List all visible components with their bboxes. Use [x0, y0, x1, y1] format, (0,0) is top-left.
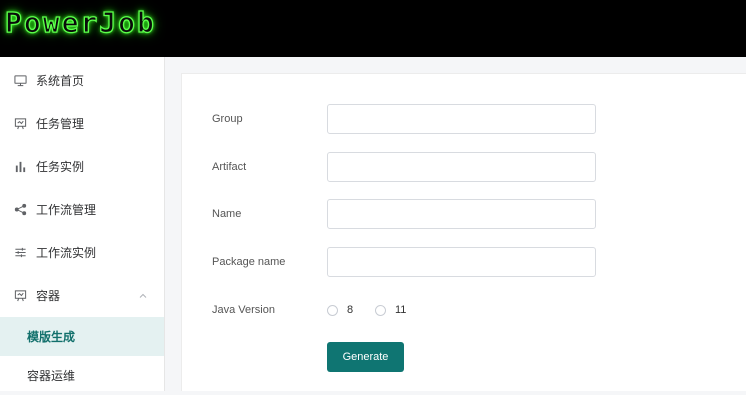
radio-circle[interactable]	[327, 304, 338, 316]
top-header: PowerJob	[0, 0, 746, 57]
package-name-input[interactable]	[327, 247, 596, 277]
java-version-label: Java Version	[212, 304, 275, 316]
radio-label: 11	[395, 304, 407, 316]
radio-label: 8	[347, 304, 354, 316]
sidebar-subitem-container-ops[interactable]: 容器运维	[0, 356, 164, 395]
generate-button[interactable]: Generate	[327, 342, 404, 372]
java-version-radio-8[interactable]: 8	[327, 304, 353, 316]
sidebar-item-label: 任务管理	[36, 117, 85, 131]
sidebar-item-label: 任务实例	[36, 160, 85, 174]
bar-chart-icon	[14, 160, 27, 173]
sidebar-item-job-instance[interactable]: 任务实例	[0, 145, 164, 188]
sidebar-item-workflow-instance[interactable]: 工作流实例	[0, 231, 164, 274]
sidebar-item-container[interactable]: 容器	[0, 274, 164, 317]
artifact-input[interactable]	[327, 152, 596, 182]
sidebar-subitem-template-generator[interactable]: 模版生成	[0, 317, 164, 356]
sidebar-item-label: 工作流实例	[36, 246, 97, 260]
artifact-label: Artifact	[212, 161, 247, 173]
presentation-icon	[14, 289, 27, 302]
sidebar-item-workflow-manager[interactable]: 工作流管理	[0, 188, 164, 231]
sidebar-item-label: 容器	[36, 289, 61, 303]
sliders-icon	[14, 246, 27, 259]
chevron-up-icon[interactable]	[138, 290, 148, 300]
sidebar-item-label: 系统首页	[36, 74, 85, 88]
sidebar-item-dashboard[interactable]: 系统首页	[0, 59, 164, 102]
powerjob-logo[interactable]: PowerJob	[4, 5, 156, 39]
name-input[interactable]	[327, 199, 596, 229]
name-label: Name	[212, 208, 242, 220]
radio-circle[interactable]	[375, 304, 386, 316]
share-icon	[14, 203, 27, 216]
sidebar-item-label: 工作流管理	[36, 203, 97, 217]
sidebar-item-job-manager[interactable]: 任务管理	[0, 102, 164, 145]
monitor-icon	[14, 74, 27, 87]
group-input[interactable]	[327, 104, 596, 134]
presentation-icon	[14, 117, 27, 130]
sidebar: 系统首页 任务管理 任务实例 工作流管理 工作流实例 容器 模版生成 容器运维	[0, 57, 165, 391]
package-name-label: Package name	[212, 256, 286, 268]
group-label: Group	[212, 113, 243, 125]
java-version-radio-11[interactable]: 11	[375, 304, 406, 316]
